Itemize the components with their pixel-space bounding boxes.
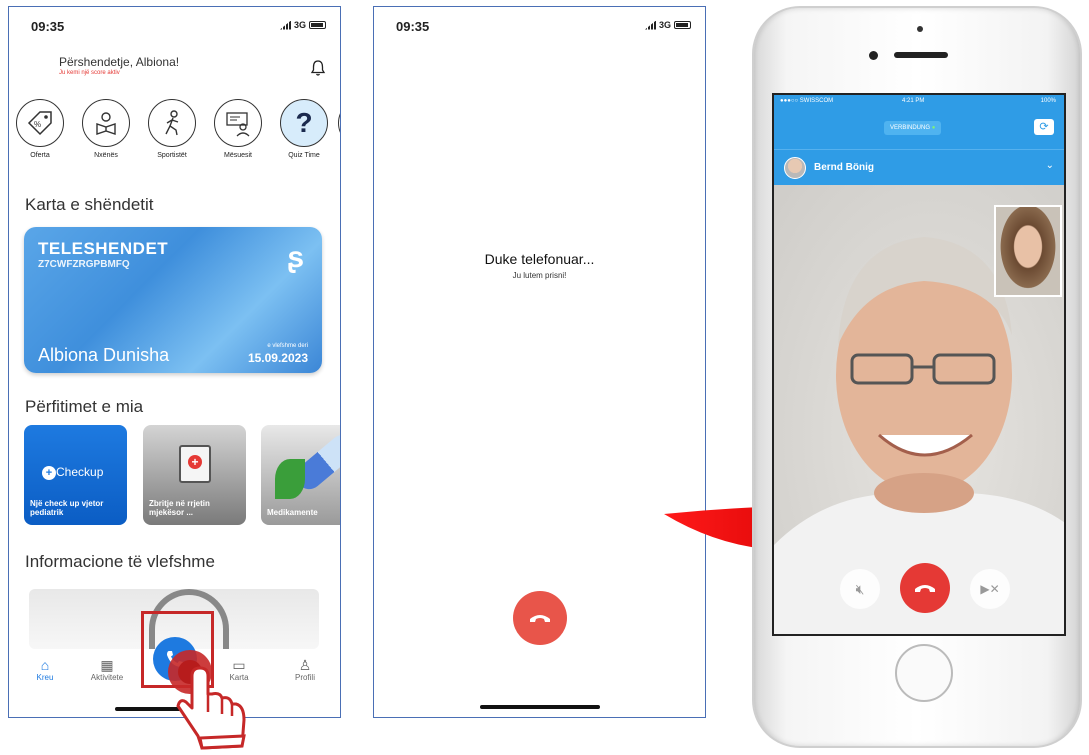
avatar: [784, 157, 806, 179]
health-card[interactable]: TELESHENDET Z7CWFZRGPBMFQ ʂ Albiona Duni…: [24, 227, 322, 373]
category-oferta[interactable]: % Oferta: [13, 99, 67, 159]
mute-button[interactable]: 🔇︎: [840, 569, 880, 609]
camera-dot: [869, 51, 878, 60]
health-card-title: Karta e shëndetit: [25, 195, 154, 214]
battery-icon: [674, 21, 691, 29]
info-title: Informacione të vlefshme: [25, 552, 215, 571]
card-brand: TELESHENDET: [38, 239, 169, 258]
tag-icon: %: [16, 99, 64, 147]
category-nxenes[interactable]: Nxënës: [79, 99, 133, 159]
self-view-thumbnail: [994, 205, 1062, 297]
status-bar: 09:35 3G: [31, 19, 326, 35]
mute-icon: 🔇︎: [855, 580, 865, 597]
athlete-icon: [148, 99, 196, 147]
calling-title: Duke telefonuar...: [484, 251, 595, 267]
battery-icon: [309, 21, 326, 29]
chevron-down-icon[interactable]: ⌄: [1046, 160, 1054, 171]
card-valid-date: 15.09.2023: [247, 351, 308, 365]
benefit-discount[interactable]: + Zbritje në rrjetin mjekësor ...: [143, 425, 246, 525]
student-reading-icon: [82, 99, 130, 147]
video-off-button[interactable]: ▶︎✕: [970, 569, 1010, 609]
question-icon: ?: [280, 99, 328, 147]
category-row: % Oferta Nxënës Sportistët Mësuesit ? Qu…: [13, 99, 340, 169]
carrier-name: SWISSCOM: [799, 98, 834, 104]
greeting-text: Përshendetje, Albiona!: [59, 55, 180, 69]
ios-time: 4:21 PM: [902, 98, 925, 104]
category-sportistet[interactable]: Sportistët: [145, 99, 199, 159]
hang-up-button[interactable]: [900, 563, 950, 613]
plus-icon: +: [42, 466, 56, 480]
benefit-medicine[interactable]: Medikamente: [261, 425, 340, 525]
clipboard-icon: +: [179, 445, 211, 483]
greeting-subtext: Ju kemi një score aktiv: [59, 70, 120, 76]
status-time: 09:35: [31, 19, 65, 34]
tab-aktivitete[interactable]: ▦ Aktivitete: [77, 657, 137, 682]
signal-icon: [279, 20, 291, 30]
checkup-badge: Checkup: [56, 465, 104, 479]
signal-icon: [644, 20, 656, 30]
leaf-icon: [275, 459, 305, 499]
benefit-checkup[interactable]: + Checkup Një check up vjetor pediatrik: [24, 425, 127, 525]
svg-text:%: %: [34, 120, 41, 129]
connection-badge: VERBINDUNG ●: [884, 121, 942, 135]
end-call-button[interactable]: [513, 591, 567, 645]
card-holder: Albiona Dunisha: [38, 345, 170, 365]
calendar-icon: ▦: [100, 657, 114, 673]
earpiece: [894, 52, 948, 58]
teacher-icon: [214, 99, 262, 147]
ios-battery: 100%: [1040, 98, 1056, 104]
status-time: 09:35: [396, 19, 430, 34]
switch-camera-icon[interactable]: ⟳: [1034, 119, 1054, 135]
home-icon: ⌂: [40, 657, 50, 673]
card-code: Z7CWFZRGPBMFQ: [38, 259, 130, 270]
tap-hand-icon: [168, 650, 246, 750]
benefits-title: Përfitimet e mia: [25, 397, 144, 416]
category-partial[interactable]: [335, 99, 340, 147]
calling-subtitle: Ju lutem prisni!: [512, 271, 567, 280]
tab-kreu[interactable]: ⌂ Kreu: [15, 657, 75, 682]
category-quiz-time[interactable]: ? Quiz Time: [277, 99, 331, 159]
tab-profili[interactable]: ♙ Profili: [275, 657, 335, 682]
front-camera: [917, 26, 923, 32]
bell-icon[interactable]: [310, 59, 326, 77]
person-icon: ♙: [298, 657, 312, 673]
home-indicator: [480, 705, 600, 709]
calling-screen: 09:35 3G Duke telefonuar... Ju lutem pri…: [373, 6, 706, 718]
video-off-icon: ▶︎✕: [980, 582, 1000, 596]
video-call-display: ●●●○○ SWISSCOM 4:21 PM 100% VERBINDUNG ●…: [772, 93, 1066, 636]
ios-status-bar: ●●●○○ SWISSCOM 4:21 PM 100%: [774, 95, 1064, 109]
contact-name: Bernd Bönig: [814, 162, 874, 173]
category-mesuesit[interactable]: Mësuesit: [211, 99, 265, 159]
remote-video: 🔇︎ ▶︎✕: [774, 185, 1064, 634]
network-type: 3G: [293, 20, 306, 30]
network-type: 3G: [658, 20, 671, 30]
contact-bar[interactable]: Bernd Bönig ⌄: [774, 149, 1064, 185]
card-logo-icon: ʂ: [287, 241, 304, 274]
home-button[interactable]: [895, 644, 953, 702]
hang-up-icon: [915, 585, 935, 592]
hang-up-icon: [530, 615, 550, 622]
status-bar: 09:35 3G: [396, 19, 691, 35]
card-valid-label: e vlefshme deri: [267, 343, 308, 349]
